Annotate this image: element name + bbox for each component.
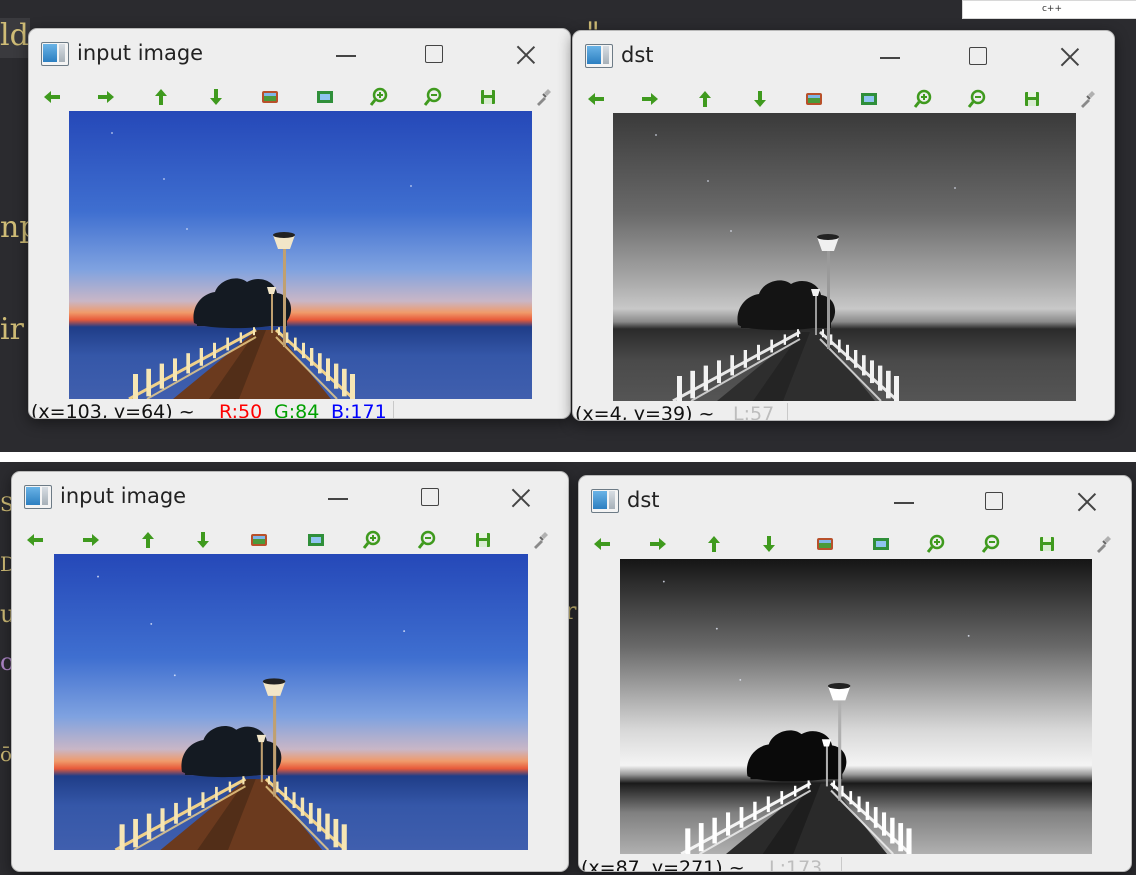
status-blue-value: B:171 bbox=[331, 401, 387, 419]
maximize-button[interactable] bbox=[410, 482, 450, 514]
status-separator bbox=[787, 403, 788, 420]
window-title: dst bbox=[621, 43, 654, 67]
pan-up-icon[interactable] bbox=[150, 86, 172, 108]
maximize-button[interactable] bbox=[414, 39, 454, 71]
pan-left-icon[interactable] bbox=[591, 533, 613, 555]
zoom-out-icon[interactable] bbox=[416, 529, 438, 551]
pan-left-icon[interactable] bbox=[24, 529, 46, 551]
zoom-in-icon[interactable] bbox=[912, 88, 934, 110]
code-fragment: ir bbox=[0, 312, 24, 347]
pan-down-icon[interactable] bbox=[205, 86, 227, 108]
close-button[interactable] bbox=[501, 482, 541, 514]
pan-right-icon[interactable] bbox=[639, 88, 661, 110]
close-button[interactable] bbox=[1067, 486, 1107, 518]
window-input-image-top[interactable]: input image (x=103, y=64) ~ R:50 G:84 B:… bbox=[28, 28, 571, 419]
status-coordinates: (x=87, y=271) ~ bbox=[581, 857, 745, 872]
pan-down-icon[interactable] bbox=[749, 88, 771, 110]
window-title: dst bbox=[627, 488, 660, 512]
pan-up-icon[interactable] bbox=[137, 529, 159, 551]
close-button[interactable] bbox=[1050, 41, 1090, 73]
toolbar bbox=[29, 81, 570, 113]
input-image-view[interactable] bbox=[69, 111, 532, 399]
window-title: input image bbox=[77, 41, 204, 65]
input-photo bbox=[54, 554, 528, 850]
title-bar[interactable]: input image bbox=[12, 472, 568, 524]
minimize-button[interactable] bbox=[884, 486, 924, 518]
status-luminance-value: L:57 bbox=[733, 403, 775, 421]
title-bar[interactable]: dst bbox=[579, 476, 1131, 528]
zoom-fit-icon[interactable] bbox=[305, 529, 327, 551]
dst-photo bbox=[620, 559, 1092, 854]
status-red-value: R:50 bbox=[219, 401, 263, 419]
window-dst-top[interactable]: dst (x=4, y=39) ~ L:57 bbox=[572, 30, 1115, 421]
minimize-button[interactable] bbox=[318, 482, 358, 514]
pan-up-icon[interactable] bbox=[694, 88, 716, 110]
status-separator bbox=[393, 401, 394, 418]
toolbar bbox=[573, 83, 1114, 115]
save-icon[interactable] bbox=[1021, 88, 1043, 110]
title-bar[interactable]: input image bbox=[29, 29, 570, 81]
zoom-in-image-icon[interactable] bbox=[814, 533, 836, 555]
pan-right-icon[interactable] bbox=[95, 86, 117, 108]
app-icon bbox=[41, 42, 69, 66]
dst-image-view[interactable] bbox=[620, 559, 1092, 854]
maximize-button[interactable] bbox=[958, 41, 998, 73]
input-photo bbox=[69, 111, 532, 399]
properties-icon[interactable] bbox=[1092, 533, 1114, 555]
zoom-fit-icon[interactable] bbox=[314, 86, 336, 108]
zoom-out-icon[interactable] bbox=[422, 86, 444, 108]
dst-photo bbox=[613, 113, 1076, 401]
save-icon[interactable] bbox=[477, 86, 499, 108]
language-label: c++ bbox=[962, 0, 1136, 19]
status-coordinates: (x=4, y=39) ~ bbox=[575, 403, 715, 421]
code-fragment: ld bbox=[0, 18, 29, 53]
status-bar: (x=4, y=39) ~ L:57 bbox=[573, 403, 1114, 421]
zoom-in-image-icon[interactable] bbox=[259, 86, 281, 108]
maximize-button[interactable] bbox=[974, 486, 1014, 518]
zoom-in-icon[interactable] bbox=[368, 86, 390, 108]
status-bar: (x=87, y=271) ~ L:173 bbox=[579, 857, 1131, 872]
pan-down-icon[interactable] bbox=[758, 533, 780, 555]
status-coordinates: (x=103, y=64) ~ bbox=[31, 401, 195, 419]
zoom-fit-icon[interactable] bbox=[858, 88, 880, 110]
input-image-view[interactable] bbox=[54, 554, 528, 850]
properties-icon[interactable] bbox=[529, 529, 551, 551]
pan-down-icon[interactable] bbox=[192, 529, 214, 551]
pan-up-icon[interactable] bbox=[703, 533, 725, 555]
zoom-in-icon[interactable] bbox=[361, 529, 383, 551]
app-icon bbox=[585, 44, 613, 68]
zoom-out-icon[interactable] bbox=[980, 533, 1002, 555]
zoom-in-image-icon[interactable] bbox=[248, 529, 270, 551]
status-green-value: G:84 bbox=[274, 401, 320, 419]
status-separator bbox=[841, 857, 842, 871]
close-button[interactable] bbox=[506, 39, 546, 71]
pan-left-icon[interactable] bbox=[41, 86, 63, 108]
app-icon bbox=[24, 485, 52, 509]
app-icon bbox=[591, 489, 619, 513]
minimize-button[interactable] bbox=[870, 41, 910, 73]
status-luminance-value: L:173 bbox=[769, 857, 823, 872]
save-icon[interactable] bbox=[472, 529, 494, 551]
dst-image-view[interactable] bbox=[613, 113, 1076, 401]
properties-icon[interactable] bbox=[1076, 88, 1098, 110]
status-bar: (x=103, y=64) ~ R:50 G:84 B:171 bbox=[29, 401, 570, 419]
minimize-button[interactable] bbox=[326, 39, 366, 71]
zoom-in-icon[interactable] bbox=[925, 533, 947, 555]
zoom-in-image-icon[interactable] bbox=[803, 88, 825, 110]
properties-icon[interactable] bbox=[532, 86, 554, 108]
save-icon[interactable] bbox=[1036, 533, 1058, 555]
pan-left-icon[interactable] bbox=[585, 88, 607, 110]
window-title: input image bbox=[60, 484, 187, 508]
toolbar bbox=[12, 524, 568, 556]
zoom-out-icon[interactable] bbox=[966, 88, 988, 110]
window-dst-bottom[interactable]: dst (x=87, y=271) ~ L:173 bbox=[578, 475, 1132, 872]
zoom-fit-icon[interactable] bbox=[870, 533, 892, 555]
pan-right-icon[interactable] bbox=[80, 529, 102, 551]
pan-right-icon[interactable] bbox=[647, 533, 669, 555]
toolbar bbox=[579, 528, 1131, 560]
window-input-image-bottom[interactable]: input image bbox=[11, 471, 569, 872]
title-bar[interactable]: dst bbox=[573, 31, 1114, 83]
